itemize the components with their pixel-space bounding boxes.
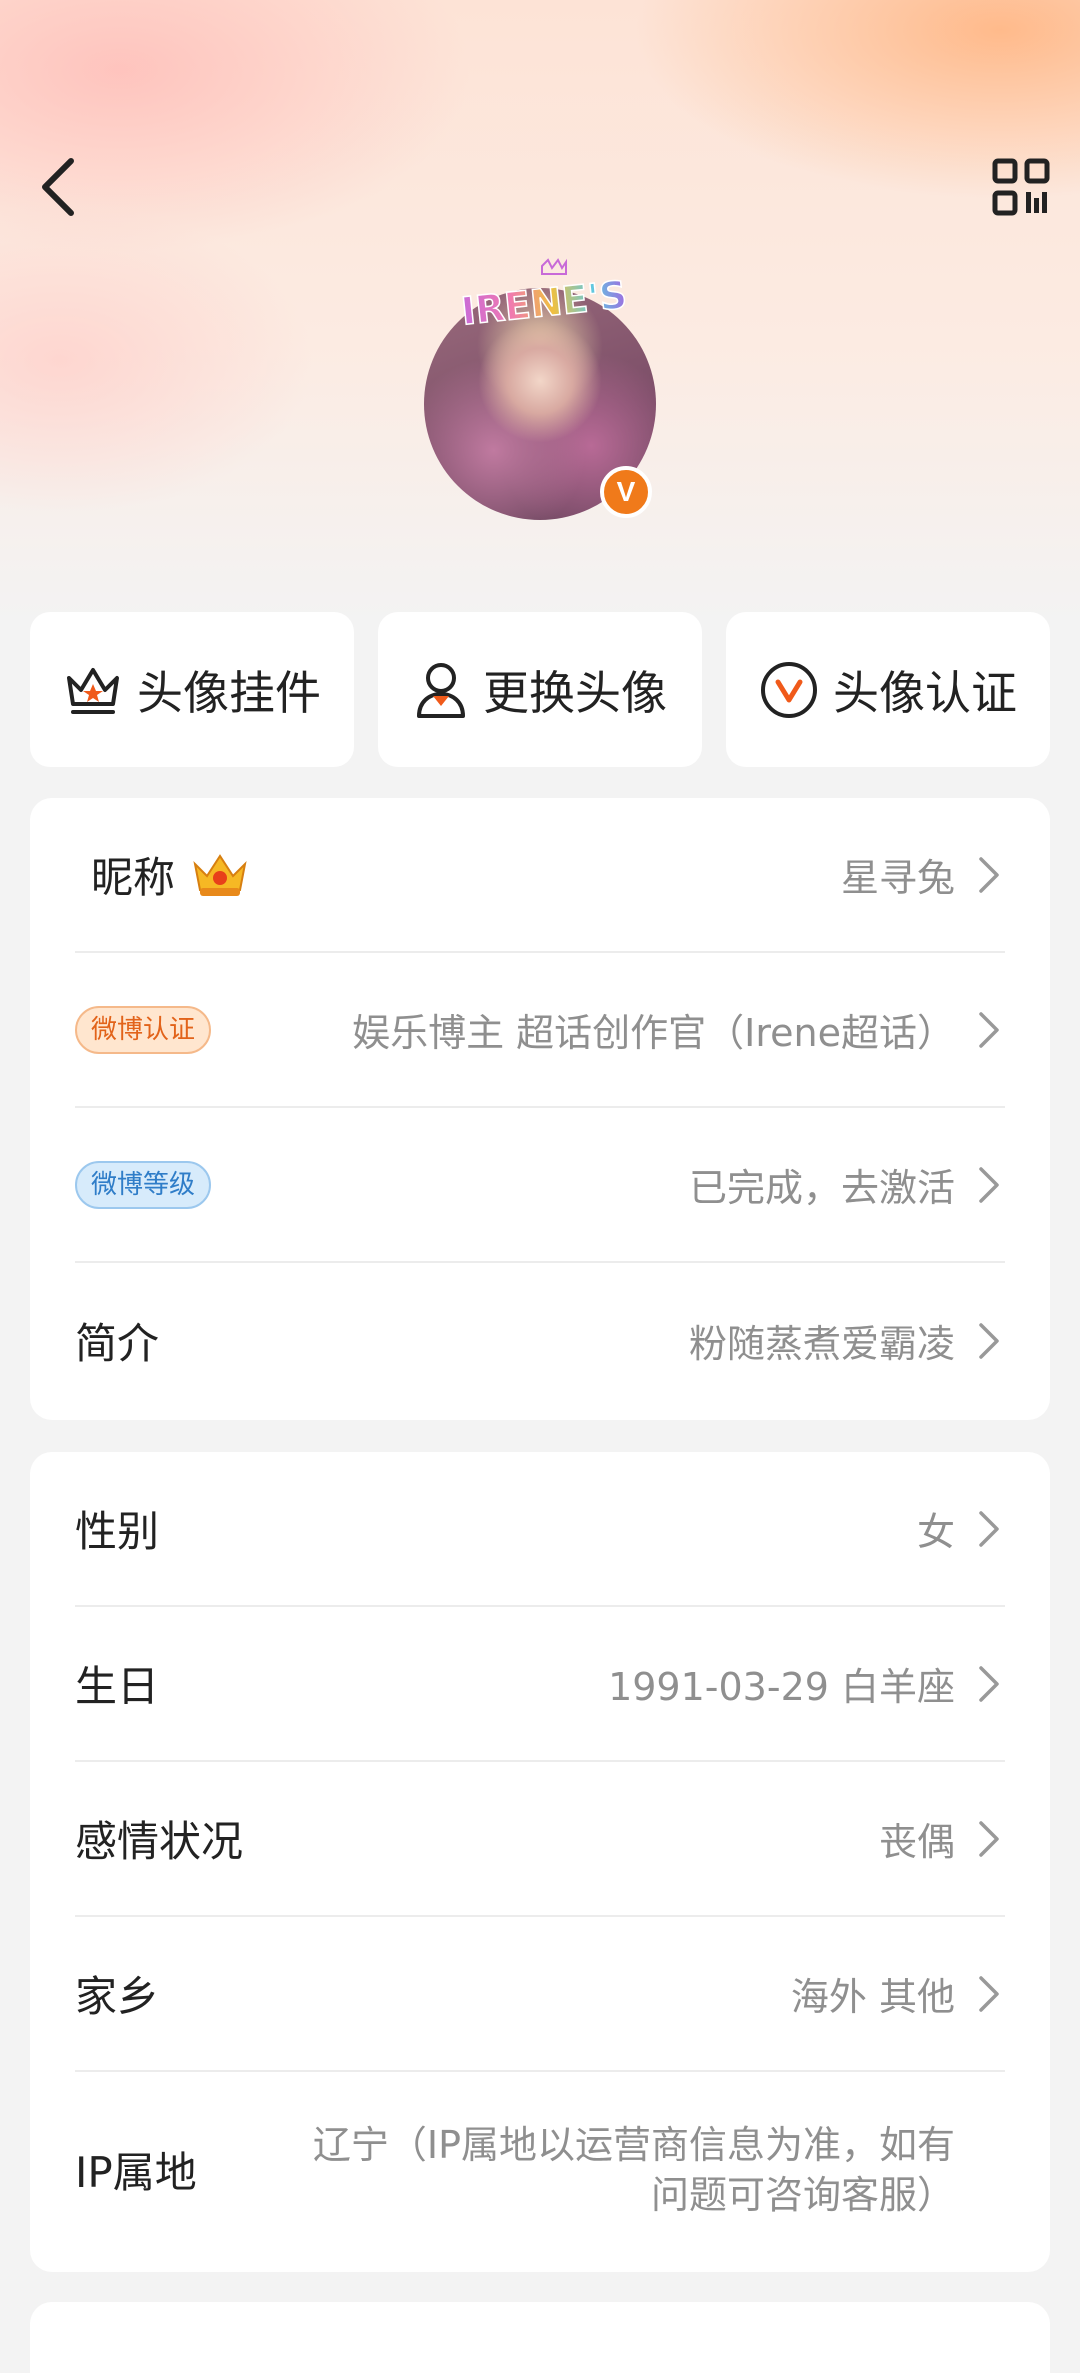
chevron-left-icon <box>42 158 74 216</box>
chevron-right-icon <box>979 1510 999 1547</box>
weibo-verify-badge: 微博认证 <box>75 1005 212 1054</box>
change-avatar-label: 更换头像 <box>483 665 667 720</box>
avatar-verify-label: 头像认证 <box>833 665 1017 720</box>
chevron-right-icon <box>979 1820 999 1857</box>
avatar-pendant-button[interactable]: 头像挂件 <box>30 612 354 767</box>
birthday-value: 1991-03-29 白羊座 <box>608 1665 955 1709</box>
weibo-level-value: 已完成，去激活 <box>688 1166 955 1210</box>
chevron-right-icon <box>979 1322 999 1359</box>
chevron-right-icon <box>979 1665 999 1702</box>
gender-label: 性别 <box>75 1507 160 1556</box>
qr-code-icon <box>992 158 1050 216</box>
hometown-label: 家乡 <box>75 1972 160 2021</box>
nickname-label: 昵称 <box>91 853 176 902</box>
chevron-right-icon <box>979 1011 999 1048</box>
profile-info-card: 昵称 星寻兔 微博认证 娱乐博主 超话创作官（Irene超话） 微博等级 已完成… <box>30 798 1050 1420</box>
relationship-row[interactable]: 感情状况 丧偶 <box>75 1762 1005 1917</box>
relationship-label: 感情状况 <box>75 1817 244 1866</box>
person-icon <box>417 662 465 718</box>
chevron-right-icon <box>979 1166 999 1203</box>
vip-crown-icon <box>193 853 247 896</box>
more-info-card <box>30 2302 1050 2373</box>
birthday-label: 生日 <box>75 1662 160 1711</box>
chevron-right-icon <box>979 1975 999 2012</box>
back-button[interactable] <box>14 142 104 232</box>
weibo-level-row[interactable]: 微博等级 已完成，去激活 <box>75 1108 1005 1263</box>
gender-row[interactable]: 性别 女 <box>75 1452 1005 1607</box>
bio-row[interactable]: 简介 粉随蒸煮爱霸凌 <box>75 1263 1005 1418</box>
weibo-verify-label-group: 微博认证 <box>75 1005 212 1054</box>
crown-icon <box>67 667 119 714</box>
hometown-row[interactable]: 家乡 海外 其他 <box>75 1917 1005 2072</box>
weibo-level-label-group: 微博等级 <box>75 1160 212 1209</box>
bio-value: 粉随蒸煮爱霸凌 <box>688 1322 955 1366</box>
avatar-actions: 头像挂件 更换头像 头像认证 <box>30 612 1050 767</box>
chevron-right-icon <box>979 856 999 893</box>
weibo-verify-row[interactable]: 微博认证 娱乐博主 超话创作官（Irene超话） <box>75 953 1005 1108</box>
weibo-level-badge: 微博等级 <box>75 1160 212 1209</box>
verified-badge-letter: V <box>616 476 636 507</box>
change-avatar-button[interactable]: 更换头像 <box>378 612 702 767</box>
personal-info-card: 性别 女 生日 1991-03-29 白羊座 感情状况 丧偶 家乡 海外 其他 … <box>30 1452 1050 2272</box>
nickname-row[interactable]: 昵称 星寻兔 <box>75 798 1005 953</box>
ip-location-value: 辽宁（IP属地以运营商信息为准，如有问题可咨询客服） <box>312 2122 955 2217</box>
avatar-pendant-text: IRENE'S <box>459 272 629 328</box>
avatar-pendant: IRENE'S <box>458 258 630 328</box>
ip-location-label: IP属地 <box>75 2148 197 2197</box>
avatar-pendant-label: 头像挂件 <box>137 665 321 720</box>
qr-code-button[interactable] <box>976 142 1066 232</box>
bio-label: 简介 <box>75 1319 160 1368</box>
avatar-verify-button[interactable]: 头像认证 <box>726 612 1050 767</box>
ip-location-row: IP属地 辽宁（IP属地以运营商信息为准，如有问题可咨询客服） <box>75 2072 1005 2267</box>
nickname-label-group: 昵称 <box>75 844 249 905</box>
avatar[interactable]: IRENE'S V <box>424 258 656 520</box>
v-badge-icon <box>761 661 817 718</box>
hometown-value: 海外 其他 <box>790 1975 955 2019</box>
weibo-verify-value: 娱乐博主 超话创作官（Irene超话） <box>352 1011 955 1055</box>
verified-badge: V <box>600 466 652 518</box>
birthday-row[interactable]: 生日 1991-03-29 白羊座 <box>75 1607 1005 1762</box>
